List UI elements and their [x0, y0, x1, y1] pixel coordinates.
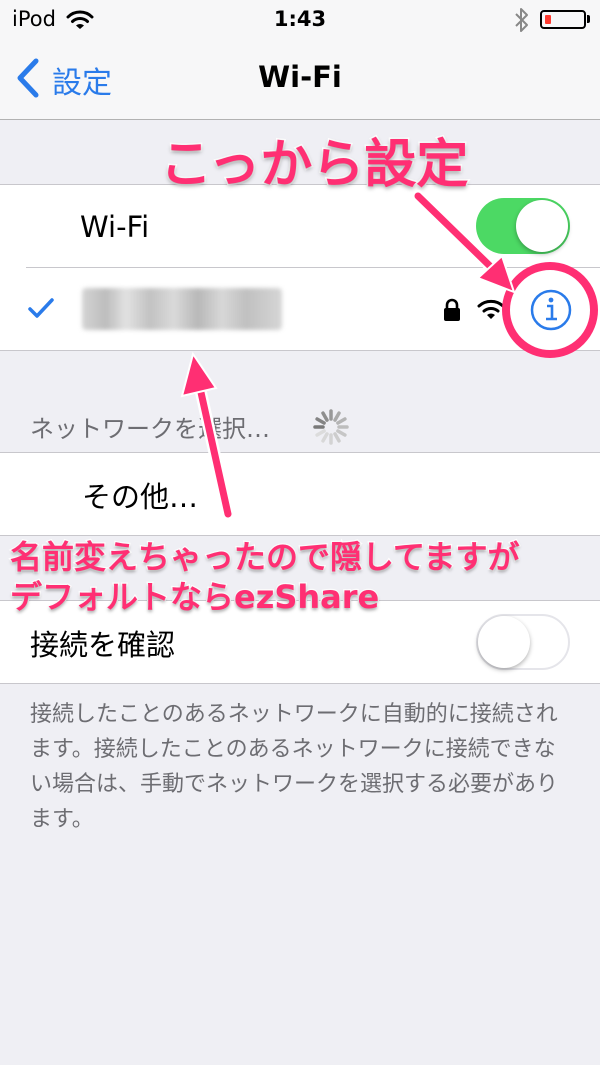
- ask-to-join-label: 接続を確認: [30, 628, 176, 662]
- annotation-default-ezshare: デフォルトならezShare: [9, 577, 381, 618]
- ask-to-join-footer: 接続したことのあるネットワークに自動的に接続されます。接続したことのあるネットワ…: [30, 702, 559, 832]
- annotation-arrows: [180, 190, 598, 520]
- ask-to-join-toggle[interactable]: [476, 614, 570, 670]
- toggle-knob: [478, 616, 530, 668]
